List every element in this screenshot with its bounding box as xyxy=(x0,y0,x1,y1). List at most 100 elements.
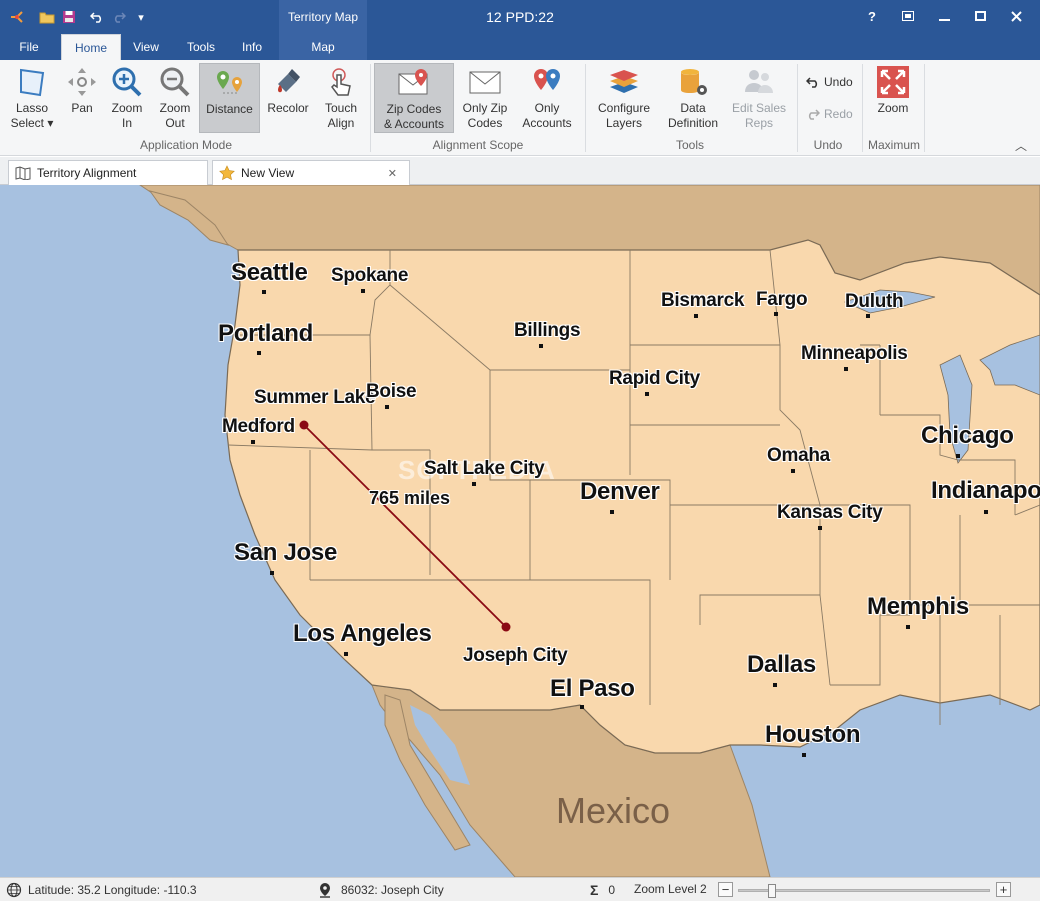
zoom-maximum-button[interactable]: Zoom xyxy=(868,63,918,133)
city-rapid-city[interactable]: Rapid City xyxy=(609,368,700,390)
city-dot xyxy=(257,351,261,355)
distance-end-marker[interactable] xyxy=(501,622,511,632)
window-title: 12 PPD:22 xyxy=(486,9,554,25)
recolor-button[interactable]: Recolor xyxy=(262,63,314,133)
city-fargo[interactable]: Fargo xyxy=(756,289,808,311)
save-icon[interactable] xyxy=(58,6,80,28)
app-logo-icon[interactable] xyxy=(6,6,28,28)
group-separator xyxy=(370,64,371,152)
close-tab-icon[interactable]: ✕ xyxy=(388,167,397,180)
touch-label-2: Align xyxy=(327,116,355,130)
minimize-button[interactable] xyxy=(926,4,962,28)
tab-file[interactable]: File xyxy=(6,34,52,60)
help-button[interactable]: ? xyxy=(854,4,890,28)
city-portland[interactable]: Portland xyxy=(218,320,313,348)
lasso-label: Lasso xyxy=(15,101,49,115)
city-indianapolis[interactable]: Indianapolis xyxy=(931,477,1040,505)
tools-group-label: Tools xyxy=(675,138,704,152)
city-chicago[interactable]: Chicago xyxy=(921,422,1014,450)
latlon-text: Latitude: 35.2 Longitude: -110.3 xyxy=(28,883,197,897)
redo-quick-icon[interactable] xyxy=(108,6,130,28)
zoom-out-small-button[interactable]: − xyxy=(718,882,733,897)
city-medford[interactable]: Medford xyxy=(222,416,295,438)
tab-new-view[interactable]: New View ✕ xyxy=(212,160,410,185)
touch-align-button[interactable]: Touch Align xyxy=(316,63,366,133)
pan-button[interactable]: Pan xyxy=(60,63,104,133)
data-definition-button[interactable]: Data Definition xyxy=(662,63,724,133)
collapse-ribbon-icon[interactable]: ︿ xyxy=(1015,137,1027,154)
city-joseph-city[interactable]: Joseph City xyxy=(463,645,568,667)
location-readout: 86032: Joseph City xyxy=(318,882,444,898)
restore-ribbon-button[interactable] xyxy=(890,4,926,28)
city-spokane[interactable]: Spokane xyxy=(331,265,408,287)
city-duluth[interactable]: Duluth xyxy=(845,291,904,313)
only-accounts-button[interactable]: Only Accounts xyxy=(516,63,578,133)
city-boise[interactable]: Boise xyxy=(366,381,417,403)
group-separator xyxy=(797,64,798,152)
application-mode-group-label: Application Mode xyxy=(139,138,233,152)
city-los-angeles[interactable]: Los Angeles xyxy=(293,620,432,648)
tab-home[interactable]: Home xyxy=(61,34,121,60)
city-dallas[interactable]: Dallas xyxy=(747,651,816,679)
city-salt-lake-city[interactable]: Salt Lake City xyxy=(424,458,545,480)
only-zip-codes-button[interactable]: Only Zip Codes xyxy=(456,63,514,133)
tab-map[interactable]: Map xyxy=(279,34,367,60)
undo-label: Undo xyxy=(824,75,853,89)
redo-icon xyxy=(808,109,820,120)
zip-codes-accounts-button[interactable]: Zip Codes & Accounts xyxy=(374,63,454,133)
close-button[interactable] xyxy=(998,4,1034,28)
zoom-max-label: Zoom xyxy=(877,101,909,115)
undo-button[interactable]: Undo xyxy=(806,72,853,92)
tab-info[interactable]: Info xyxy=(232,34,272,60)
map-icon xyxy=(15,166,31,180)
city-dot xyxy=(802,753,806,757)
maximize-arrows-icon xyxy=(876,65,910,99)
maximize-button[interactable] xyxy=(962,4,998,28)
distance-start-marker[interactable] xyxy=(299,420,309,430)
city-seattle[interactable]: Seattle xyxy=(231,259,308,287)
zoom-slider-thumb[interactable] xyxy=(768,884,776,898)
customize-qat-icon[interactable]: ▾ xyxy=(130,6,152,28)
open-folder-icon[interactable] xyxy=(36,6,58,28)
city-dot xyxy=(262,290,266,294)
city-summer-lake[interactable]: Summer Lake xyxy=(254,387,376,409)
city-billings[interactable]: Billings xyxy=(514,320,581,342)
map-geography xyxy=(139,185,1040,877)
status-bar: Latitude: 35.2 Longitude: -110.3 86032: … xyxy=(0,877,1040,901)
city-denver[interactable]: Denver xyxy=(580,478,660,506)
recolor-icon xyxy=(271,65,305,99)
tab-view[interactable]: View xyxy=(124,34,168,60)
tab-territory-alignment-label: Territory Alignment xyxy=(37,166,137,180)
city-omaha[interactable]: Omaha xyxy=(767,445,830,467)
city-dot xyxy=(472,482,476,486)
edit-sales-reps-button[interactable]: Edit Sales Reps xyxy=(728,63,790,133)
city-dot xyxy=(791,469,795,473)
lasso-select-button[interactable]: Lasso Select ▾ xyxy=(6,63,58,133)
undo-group-label: Undo xyxy=(813,138,843,152)
map-canvas[interactable]: SOFTPEDIA Seattle Spokane Portland Billi… xyxy=(0,185,1040,877)
city-san-jose[interactable]: San Jose xyxy=(234,539,337,567)
undo-quick-icon[interactable] xyxy=(86,6,108,28)
redo-button[interactable]: Redo xyxy=(806,104,853,124)
data-definition-label: Data xyxy=(680,101,706,115)
zoom-in-small-button[interactable]: + xyxy=(996,882,1011,897)
city-minneapolis[interactable]: Minneapolis xyxy=(801,343,908,365)
group-separator xyxy=(862,64,863,152)
recolor-label: Recolor xyxy=(267,101,309,115)
tab-territory-alignment[interactable]: Territory Alignment xyxy=(8,160,208,185)
city-houston[interactable]: Houston xyxy=(765,721,861,749)
count-text: 0 xyxy=(608,883,616,897)
city-kansas-city[interactable]: Kansas City xyxy=(777,502,883,524)
tab-tools[interactable]: Tools xyxy=(178,34,224,60)
configure-layers-button[interactable]: Configure Layers xyxy=(592,63,656,133)
city-memphis[interactable]: Memphis xyxy=(867,593,969,621)
city-el-paso[interactable]: El Paso xyxy=(550,675,635,703)
distance-button[interactable]: Distance xyxy=(199,63,260,133)
zoom-in-button[interactable]: Zoom In xyxy=(104,63,150,133)
city-bismarck[interactable]: Bismarck xyxy=(661,290,744,312)
city-dot xyxy=(844,367,848,371)
configure-layers-label: Configure xyxy=(597,101,651,115)
coordinates-readout: Latitude: 35.2 Longitude: -110.3 xyxy=(6,882,197,898)
zoom-out-button[interactable]: Zoom Out xyxy=(152,63,198,133)
zoom-slider[interactable] xyxy=(738,884,990,898)
